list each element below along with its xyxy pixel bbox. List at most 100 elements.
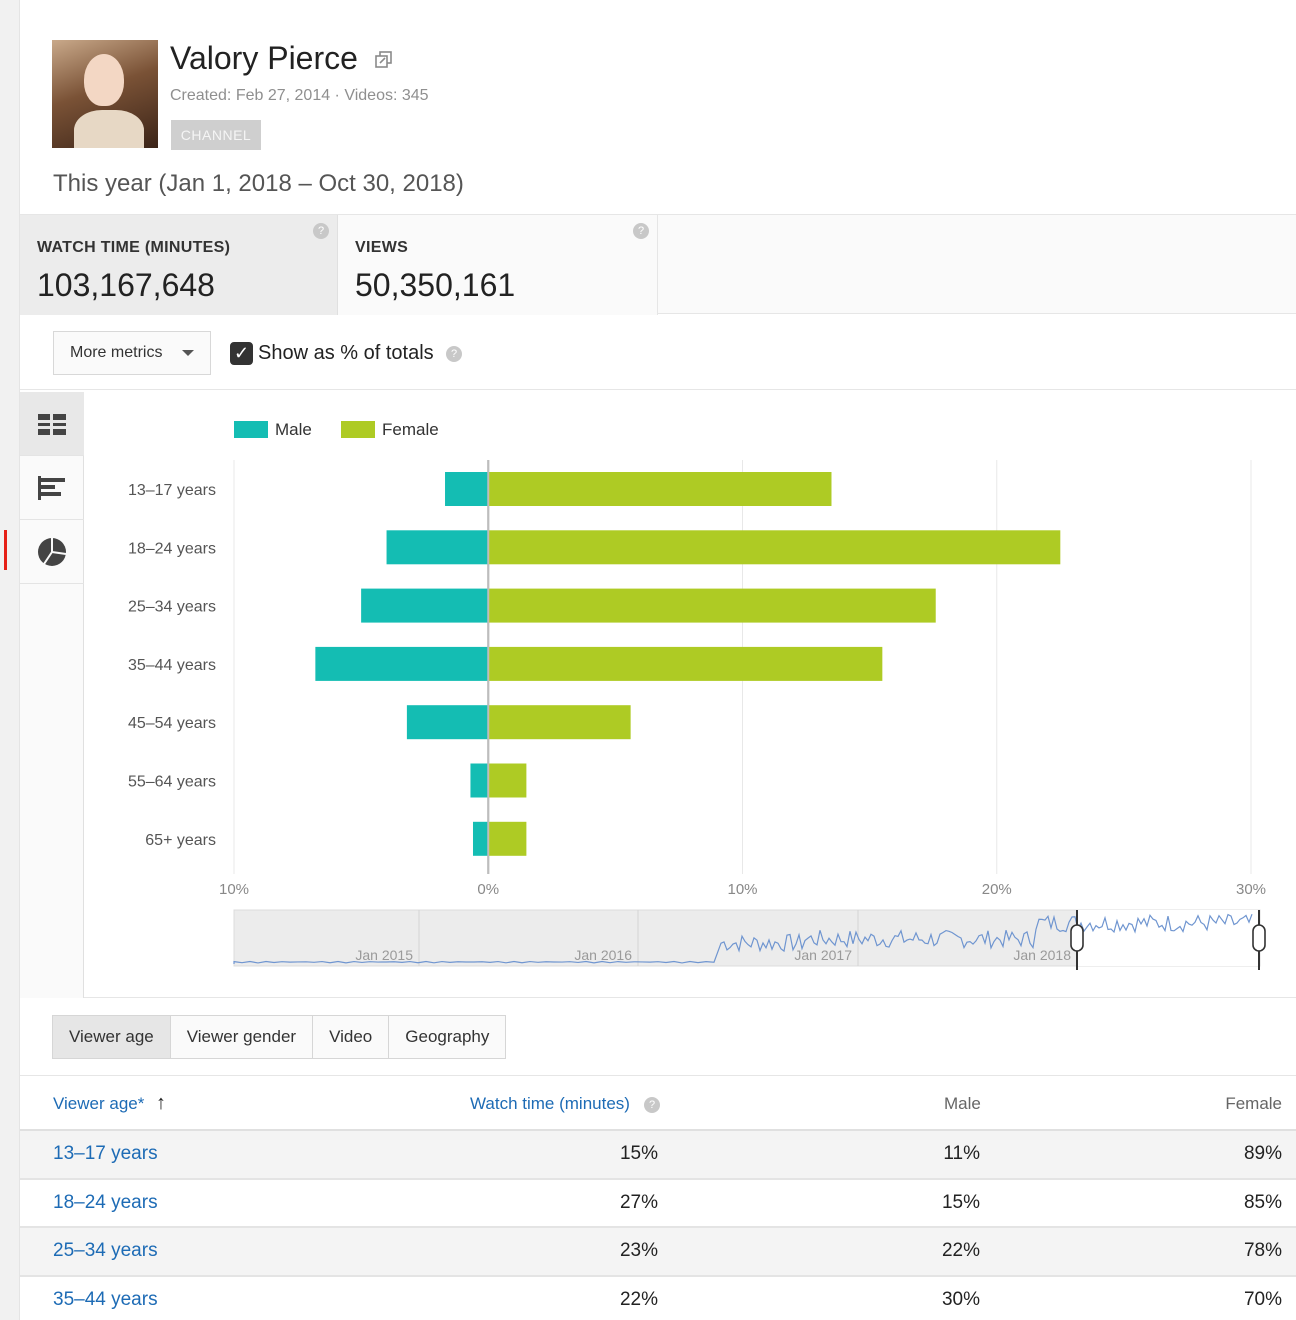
category-label: 65+ years bbox=[145, 832, 216, 849]
timeline-label: Jan 2017 bbox=[794, 947, 852, 963]
row-male: 30% bbox=[941, 1288, 980, 1310]
category-label: 45–54 years bbox=[128, 715, 216, 732]
channel-name[interactable]: Valory Pierce bbox=[170, 40, 358, 77]
category-label: 13–17 years bbox=[128, 482, 216, 499]
help-icon[interactable]: ? bbox=[644, 1097, 660, 1113]
bar-male[interactable] bbox=[470, 763, 489, 798]
avatar-face bbox=[84, 54, 124, 106]
table-row: 13–17 years 15% 11% 89% bbox=[20, 1131, 1296, 1180]
timeline-handle[interactable] bbox=[1070, 924, 1084, 952]
bar-female[interactable] bbox=[488, 821, 527, 856]
tab-geography[interactable]: Geography bbox=[389, 1016, 506, 1058]
legend-label-female: Female bbox=[382, 420, 439, 439]
row-female: 70% bbox=[1243, 1288, 1282, 1310]
bar-male[interactable] bbox=[445, 472, 489, 506]
show-pct-label[interactable]: Show as % of totals bbox=[258, 342, 434, 365]
timeline-label: Jan 2016 bbox=[574, 947, 632, 963]
header-male[interactable]: Male bbox=[944, 1094, 981, 1114]
row-label[interactable]: 13–17 years bbox=[53, 1143, 158, 1165]
table-tabs: Viewer age Viewer gender Video Geography bbox=[52, 1015, 507, 1059]
row-watch-time: 15% bbox=[619, 1143, 658, 1164]
bar-male[interactable] bbox=[386, 530, 489, 565]
tab-viewer-age[interactable]: Viewer age bbox=[53, 1016, 171, 1058]
metric-cards: WATCH TIME (MINUTES) 103,167,648 ? VIEWS… bbox=[20, 214, 1296, 315]
table-header: Viewer age* ↑ Watch time (minutes) ? Mal… bbox=[20, 1075, 1296, 1131]
bar-male[interactable] bbox=[472, 821, 489, 856]
table-row: 35–44 years 22% 30% 70% bbox=[20, 1277, 1296, 1320]
row-male: 22% bbox=[941, 1240, 980, 1261]
header-watch-time[interactable]: Watch time (minutes) bbox=[470, 1094, 630, 1114]
x-tick-label: 0% bbox=[477, 881, 499, 898]
bar-female[interactable] bbox=[488, 588, 936, 623]
timeline-label: Jan 2018 bbox=[1013, 947, 1071, 963]
category-label: 35–44 years bbox=[128, 657, 216, 674]
row-female: 78% bbox=[1243, 1240, 1282, 1261]
pie-chart-icon[interactable] bbox=[20, 520, 84, 584]
bar-male[interactable] bbox=[361, 588, 489, 623]
chart-type-tabs bbox=[20, 392, 84, 998]
sort-arrow-up-icon[interactable]: ↑ bbox=[156, 1092, 166, 1115]
chevron-down-icon bbox=[182, 350, 194, 356]
metric-watch-time[interactable]: WATCH TIME (MINUTES) 103,167,648 ? bbox=[20, 215, 338, 315]
metric-label: VIEWS bbox=[355, 239, 409, 256]
more-metrics-label: More metrics bbox=[70, 344, 163, 361]
help-icon[interactable]: ? bbox=[313, 223, 329, 239]
show-pct-checkbox[interactable]: ✓ bbox=[230, 342, 253, 365]
timeline-handle[interactable] bbox=[1252, 924, 1266, 952]
legend-swatch-male bbox=[234, 421, 268, 438]
category-label: 55–64 years bbox=[128, 774, 216, 791]
date-range[interactable]: This year (Jan 1, 2018 – Oct 30, 2018) bbox=[53, 170, 464, 198]
row-female: 89% bbox=[1243, 1143, 1282, 1164]
table-row: 18–24 years 27% 15% 85% bbox=[20, 1180, 1296, 1228]
metric-label: WATCH TIME (MINUTES) bbox=[37, 239, 231, 256]
channel-avatar[interactable] bbox=[52, 40, 158, 148]
category-label: 25–34 years bbox=[128, 599, 216, 616]
bar-male[interactable] bbox=[406, 705, 489, 740]
x-tick-label: 10% bbox=[219, 881, 249, 898]
legend-swatch-female bbox=[341, 421, 375, 438]
header-female[interactable]: Female bbox=[1225, 1094, 1282, 1114]
chart-panel: 10% 0% 10% 20% 30% Male Female 13–17 years 18–24… bbox=[20, 392, 1296, 998]
metric-value: 50,350,161 bbox=[355, 267, 516, 303]
timeline-label: Jan 2015 bbox=[355, 947, 413, 963]
row-label[interactable]: 35–44 years bbox=[53, 1289, 158, 1311]
metric-views[interactable]: VIEWS 50,350,161 ? bbox=[338, 215, 658, 315]
external-link-icon[interactable] bbox=[374, 50, 394, 70]
table-row: 25–34 years 23% 22% 78% bbox=[20, 1228, 1296, 1277]
avatar-body bbox=[74, 110, 144, 148]
category-label: 18–24 years bbox=[128, 540, 216, 557]
left-rail bbox=[0, 0, 20, 1320]
bar-chart-icon[interactable] bbox=[20, 456, 84, 520]
row-female: 85% bbox=[1243, 1191, 1282, 1213]
row-watch-time: 23% bbox=[619, 1240, 658, 1261]
data-table: Viewer age* ↑ Watch time (minutes) ? Mal… bbox=[20, 1075, 1296, 1320]
row-male: 11% bbox=[943, 1143, 980, 1164]
row-label[interactable]: 18–24 years bbox=[53, 1192, 158, 1214]
header-viewer-age[interactable]: Viewer age* bbox=[53, 1094, 144, 1114]
channel-meta: Created: Feb 27, 2014 · Videos: 345 bbox=[170, 87, 429, 104]
grid-chart-icon[interactable] bbox=[20, 392, 84, 456]
row-watch-time: 22% bbox=[619, 1288, 658, 1310]
active-indicator bbox=[4, 530, 7, 570]
bar-female[interactable] bbox=[488, 763, 527, 798]
bar-male[interactable] bbox=[315, 646, 489, 681]
chart-controls: More metrics ✓ Show as % of totals ? bbox=[20, 316, 1296, 390]
bar-female[interactable] bbox=[488, 530, 1061, 565]
channel-badge: CHANNEL bbox=[171, 120, 261, 150]
bar-female[interactable] bbox=[488, 705, 631, 740]
metric-value: 103,167,648 bbox=[37, 267, 215, 303]
x-tick-label: 30% bbox=[1236, 881, 1266, 898]
tab-video[interactable]: Video bbox=[313, 1016, 390, 1058]
row-watch-time: 27% bbox=[619, 1191, 658, 1213]
help-icon[interactable]: ? bbox=[446, 346, 462, 362]
x-tick-label: 10% bbox=[727, 881, 757, 898]
bar-female[interactable] bbox=[488, 472, 832, 506]
legend-label-male: Male bbox=[275, 420, 312, 439]
more-metrics-dropdown[interactable]: More metrics bbox=[53, 331, 211, 375]
row-label[interactable]: 25–34 years bbox=[53, 1240, 158, 1262]
help-icon[interactable]: ? bbox=[633, 223, 649, 239]
age-gender-chart: 10% 0% 10% 20% 30% Male Female 13–17 years 18–24… bbox=[128, 420, 1266, 970]
row-male: 15% bbox=[941, 1191, 980, 1213]
tab-viewer-gender[interactable]: Viewer gender bbox=[170, 1016, 314, 1058]
bar-female[interactable] bbox=[488, 646, 883, 681]
